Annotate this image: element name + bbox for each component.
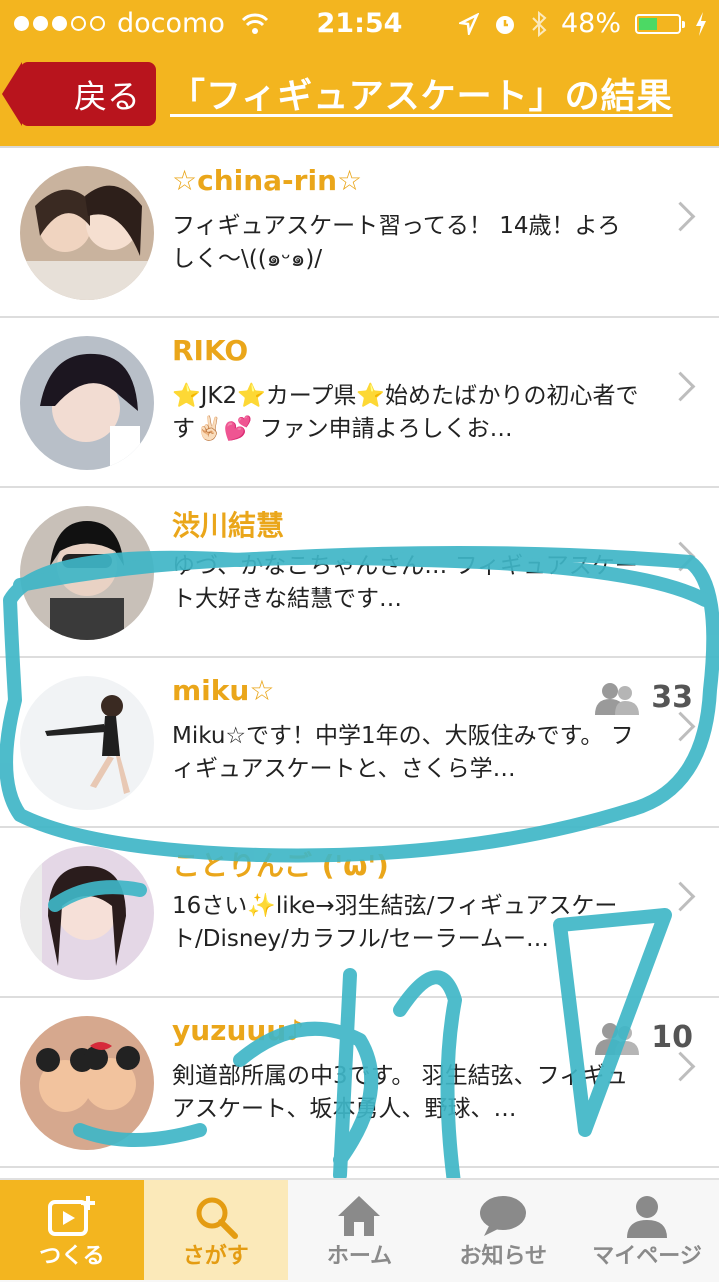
- tab-search-label: さがす: [182, 1244, 249, 1269]
- alarm-icon: [495, 15, 514, 34]
- user-description: 剣道部所属の中3です。 羽生結弦、フィギュアスケート、坂本勇人、野球、…: [172, 1063, 629, 1122]
- battery-icon: [635, 13, 685, 34]
- fan-count: 33: [595, 680, 693, 715]
- avatar: [20, 506, 154, 640]
- avatar: [20, 846, 154, 980]
- chevron-right-icon: [665, 711, 696, 742]
- status-bar: docomo 21:54 48%: [0, 0, 719, 48]
- user-description: Miku☆です！中学1年の、大阪住みです。 フィギュアスケートと、さくら学…: [172, 723, 634, 782]
- list-item[interactable]: ことりんご ('ω') 16さい✨like→羽生結弦/フィギュアスケート/Dis…: [0, 828, 719, 998]
- avatar: [20, 166, 154, 300]
- speech-bubble-icon: [480, 1196, 527, 1236]
- tab-create-label: つくる: [39, 1244, 105, 1269]
- chevron-right-icon: [665, 201, 696, 232]
- tab-notice[interactable]: お知らせ: [431, 1180, 575, 1280]
- user-name: RIKO: [172, 334, 249, 367]
- fans-icon: [595, 682, 640, 715]
- fans-icon: [595, 1022, 640, 1055]
- tab-home-label: ホーム: [326, 1244, 393, 1269]
- search-icon: [196, 1197, 238, 1239]
- list-item[interactable]: miku☆ 33 Miku☆です！中学1年の、大阪住みです。 フィギュアスケート…: [0, 658, 719, 828]
- user-name: 渋川結慧: [172, 509, 285, 542]
- avatar: [20, 676, 154, 810]
- list-item[interactable]: yuzuuu♪ 10 剣道部所属の中3です。 羽生結弦、フィギュアスケート、坂本…: [0, 998, 719, 1168]
- result-list: ☆china-rin☆ フィギュアスケート習ってる！ 14歳！よろしく〜\((๑…: [0, 148, 719, 1168]
- page-title: 「フィギュアスケート」の結果: [170, 77, 673, 117]
- tab-mypage-label: マイページ: [592, 1244, 702, 1269]
- user-description: フィギュアスケート習ってる！ 14歳！よろしく〜\((๑ᵕ๑)/: [172, 213, 621, 272]
- tab-create[interactable]: つくる: [0, 1180, 144, 1280]
- battery-percent: 48%: [560, 8, 621, 39]
- user-description: ゆづ、かなこちゃんさん… フィギュアスケート大好きな結慧です…: [172, 553, 638, 612]
- list-item[interactable]: RIKO ⭐JK2⭐カープ県⭐始めたばかりの初心者です✌🏻💕 ファン申請よろしく…: [0, 318, 719, 488]
- tab-search[interactable]: さがす: [143, 1180, 288, 1280]
- chevron-right-icon: [665, 541, 696, 572]
- location-icon: [458, 12, 479, 35]
- battery-fill: [639, 17, 658, 30]
- person-icon: [627, 1196, 668, 1238]
- user-description: 16さい✨like→羽生結弦/フィギュアスケート/Disney/カラフル/セーラ…: [172, 893, 618, 952]
- home-icon: [338, 1196, 381, 1236]
- list-item[interactable]: 渋川結慧 ゆづ、かなこちゃんさん… フィギュアスケート大好きな結慧です…: [0, 488, 719, 658]
- tab-mypage[interactable]: マイページ: [575, 1180, 719, 1280]
- avatar: [20, 336, 154, 470]
- tab-notice-label: お知らせ: [459, 1244, 548, 1269]
- tab-home[interactable]: ホーム: [288, 1180, 432, 1280]
- fan-count-value: 33: [651, 680, 693, 715]
- chevron-right-icon: [665, 1051, 696, 1082]
- fan-count-value: 10: [651, 1020, 693, 1055]
- app-header: docomo 21:54 48% 戻る 「フィギュアスケート」の結果: [0, 0, 719, 148]
- fan-count: 10: [595, 1020, 693, 1055]
- bluetooth-icon: [532, 10, 547, 37]
- tab-bar: つくる さがす ホーム お知らせ マイページ: [0, 1178, 719, 1282]
- back-button[interactable]: 戻る: [2, 62, 156, 126]
- chevron-right-icon: [665, 881, 696, 912]
- avatar: [20, 1016, 154, 1150]
- user-name: yuzuuu♪: [172, 1014, 305, 1047]
- user-name: ことりんご ('ω'): [172, 849, 389, 882]
- charging-icon: [696, 11, 706, 36]
- user-name: miku☆: [172, 674, 275, 707]
- list-item[interactable]: ☆china-rin☆ フィギュアスケート習ってる！ 14歳！よろしく〜\((๑…: [0, 148, 719, 318]
- user-name: ☆china-rin☆: [172, 164, 363, 197]
- create-video-icon: [47, 1196, 95, 1236]
- user-description: ⭐JK2⭐カープ県⭐始めたばかりの初心者です✌🏻💕 ファン申請よろしくお…: [172, 383, 639, 442]
- status-right: 48%: [458, 8, 707, 39]
- chevron-right-icon: [665, 371, 696, 402]
